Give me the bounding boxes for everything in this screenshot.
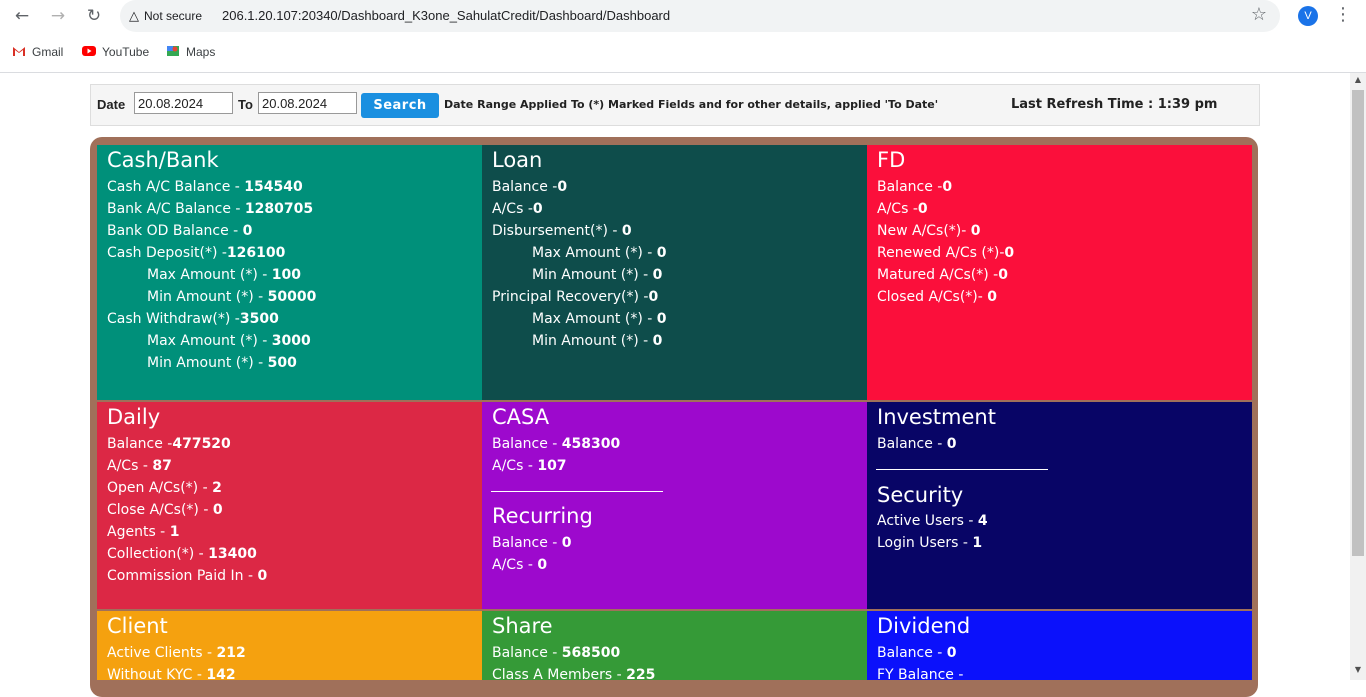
date-label: Date	[97, 97, 126, 112]
bank-od-balance: Bank OD Balance - 0	[107, 223, 253, 239]
refresh-label: Last Refresh Time	[1011, 97, 1144, 112]
deposit-min-amount: Min Amount (*) - 50000	[147, 289, 317, 305]
from-date-input[interactable]: 20.08.2024	[134, 92, 233, 114]
bookmark-star-icon[interactable]: ☆	[1251, 4, 1267, 25]
tile-fd[interactable]: FD Balance -0 A/Cs -0 New A/Cs(*)- 0 Ren…	[867, 145, 1252, 400]
daily-commission: Commission Paid In - 0	[107, 568, 268, 584]
tile-title: Dividend	[877, 614, 971, 638]
refresh-value: 1:39 pm	[1157, 97, 1218, 112]
to-label: To	[238, 97, 253, 112]
daily-agents: Agents - 1	[107, 524, 180, 540]
warning-triangle-icon: △	[129, 8, 139, 23]
bookmark-gmail[interactable]: Gmail	[12, 45, 63, 59]
recovery-max-amount: Max Amount (*) - 0	[532, 311, 667, 327]
date-range-note: Date Range Applied To (*) Marked Fields …	[444, 98, 939, 111]
gmail-icon	[13, 47, 25, 56]
casa-balance: Balance - 458300	[492, 436, 621, 452]
fd-renewed-acs: Renewed A/Cs (*)-0	[877, 245, 1015, 261]
section-divider	[491, 491, 663, 492]
fd-acs: A/Cs -0	[877, 201, 928, 217]
disbursement-min-amount: Min Amount (*) - 0	[532, 267, 663, 283]
daily-collection: Collection(*) - 13400	[107, 546, 257, 562]
withdraw-min-amount: Min Amount (*) - 500	[147, 355, 297, 371]
tile-share[interactable]: Share Balance - 568500 Class A Members -…	[482, 611, 867, 680]
scrollbar-thumb[interactable]	[1352, 90, 1364, 556]
tile-title: Cash/Bank	[107, 148, 219, 172]
bank-ac-balance: Bank A/C Balance - 1280705	[107, 201, 314, 217]
loan-balance: Balance -0	[492, 179, 568, 195]
client-active: Active Clients - 212	[107, 645, 246, 661]
tile-daily[interactable]: Daily Balance -477520 A/Cs - 87 Open A/C…	[97, 402, 482, 609]
menu-kebab-icon[interactable]: ⋮	[1334, 4, 1352, 25]
search-button[interactable]: Search	[361, 93, 439, 118]
security-indicator[interactable]: △ Not secure	[129, 8, 202, 24]
tile-investment[interactable]: Investment Balance - 0 Security Active U…	[867, 402, 1252, 609]
dividend-balance: Balance - 0	[877, 645, 957, 661]
fd-new-acs: New A/Cs(*)- 0	[877, 223, 981, 239]
recovery-min-amount: Min Amount (*) - 0	[532, 333, 663, 349]
last-refresh-time: Last Refresh Time : 1:39 pm	[1011, 97, 1217, 112]
tile-title: Share	[492, 614, 553, 638]
recurring-balance: Balance - 0	[492, 535, 572, 551]
tile-client[interactable]: Client Active Clients - 212 Without KYC …	[97, 611, 482, 680]
casa-acs: A/Cs - 107	[492, 458, 567, 474]
maps-icon	[167, 46, 179, 56]
recurring-title: Recurring	[492, 504, 593, 528]
bookmarks-bar: Gmail YouTube Maps	[0, 38, 1366, 68]
bookmark-maps[interactable]: Maps	[166, 45, 215, 59]
refresh-separator: :	[1147, 97, 1154, 112]
reload-icon[interactable]: ↻	[82, 5, 106, 27]
cash-deposit: Cash Deposit(*) -126100	[107, 245, 286, 261]
disbursement-max-amount: Max Amount (*) - 0	[532, 245, 667, 261]
tile-title: Client	[107, 614, 168, 638]
share-class-a-members: Class A Members - 225	[492, 667, 656, 680]
tile-title: Loan	[492, 148, 543, 172]
security-title: Security	[877, 483, 964, 507]
fd-matured-acs: Matured A/Cs(*) -0	[877, 267, 1008, 283]
daily-close-acs: Close A/Cs(*) - 0	[107, 502, 223, 518]
recurring-acs: A/Cs - 0	[492, 557, 548, 573]
principal-recovery: Principal Recovery(*) -0	[492, 289, 659, 305]
tile-title: Investment	[877, 405, 996, 429]
date-filter-bar: Date 20.08.2024 To 20.08.2024 Search Dat…	[90, 84, 1260, 126]
scroll-up-icon[interactable]: ▲	[1352, 74, 1364, 86]
to-date-input[interactable]: 20.08.2024	[258, 92, 357, 114]
withdraw-max-amount: Max Amount (*) - 3000	[147, 333, 311, 349]
profile-avatar[interactable]: V	[1298, 6, 1318, 26]
loan-acs: A/Cs -0	[492, 201, 543, 217]
tile-casa[interactable]: CASA Balance - 458300 A/Cs - 107 Recurri…	[482, 402, 867, 609]
fd-closed-acs: Closed A/Cs(*)- 0	[877, 289, 998, 305]
tile-title: FD	[877, 148, 906, 172]
dividend-fy-balance: FY Balance -	[877, 667, 964, 680]
cash-withdraw: Cash Withdraw(*) -3500	[107, 311, 279, 327]
share-balance: Balance - 568500	[492, 645, 621, 661]
tile-title: CASA	[492, 405, 550, 429]
tile-cash-bank[interactable]: Cash/Bank Cash A/C Balance - 154540 Bank…	[97, 145, 482, 400]
investment-balance: Balance - 0	[877, 436, 957, 452]
forward-arrow-icon[interactable]: →	[46, 5, 70, 27]
back-arrow-icon[interactable]: ←	[10, 5, 34, 27]
tile-dividend[interactable]: Dividend Balance - 0 FY Balance -	[867, 611, 1252, 680]
section-divider	[876, 469, 1048, 470]
address-bar[interactable]: △ Not secure 206.1.20.107:20340/Dashboard…	[120, 0, 1280, 32]
daily-open-acs: Open A/Cs(*) - 2	[107, 480, 222, 496]
deposit-max-amount: Max Amount (*) - 100	[147, 267, 301, 283]
loan-disbursement: Disbursement(*) - 0	[492, 223, 632, 239]
scroll-down-icon[interactable]: ▼	[1352, 664, 1364, 676]
client-without-kyc: Without KYC - 142	[107, 667, 236, 680]
url-text[interactable]: 206.1.20.107:20340/Dashboard_K3one_Sahul…	[222, 8, 670, 23]
fd-balance: Balance -0	[877, 179, 953, 195]
bookmark-youtube[interactable]: YouTube	[82, 45, 149, 59]
security-active-users: Active Users - 4	[877, 513, 988, 529]
daily-acs: A/Cs - 87	[107, 458, 172, 474]
tile-title: Daily	[107, 405, 161, 429]
daily-balance: Balance -477520	[107, 436, 231, 452]
youtube-icon	[82, 46, 96, 56]
security-login-users: Login Users - 1	[877, 535, 983, 551]
tile-loan[interactable]: Loan Balance -0 A/Cs -0 Disbursement(*) …	[482, 145, 867, 400]
cash-ac-balance: Cash A/C Balance - 154540	[107, 179, 303, 195]
browser-toolbar: ← → ↻ △ Not secure 206.1.20.107:20340/Das…	[0, 0, 1366, 33]
